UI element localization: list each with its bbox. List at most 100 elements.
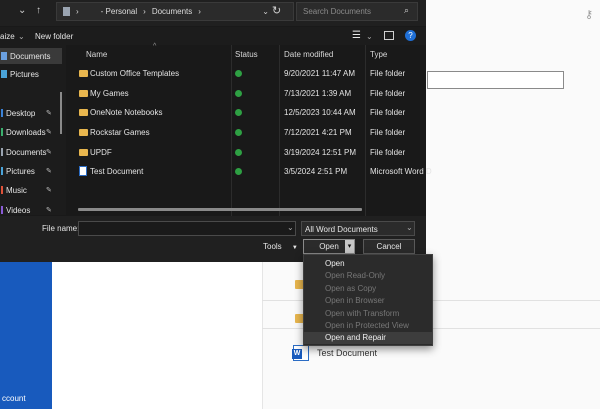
sidebar-item-pictures[interactable]: Pictures <box>0 66 62 82</box>
address-segment[interactable]: Documents <box>152 7 192 16</box>
column-header-date[interactable]: Date modified <box>284 50 333 59</box>
organize-button[interactable]: aize <box>0 32 15 41</box>
folder-icon <box>79 129 88 136</box>
chevron-down-icon[interactable]: ⌄ <box>406 223 413 232</box>
chevron-down-icon[interactable]: ⌄ <box>366 32 373 41</box>
sidebar-item-documents[interactable]: Documents <box>0 48 62 64</box>
word-doc-icon <box>79 166 87 176</box>
recent-locations-icon[interactable]: ⌄ <box>18 5 26 16</box>
recent-document-item[interactable]: Test Document <box>292 345 378 361</box>
file-date: 3/19/2024 12:51 PM <box>284 148 357 157</box>
menu-item-open-read-only[interactable]: Open Read-Only <box>304 270 432 282</box>
recent-document-name: Test Document <box>317 348 378 358</box>
folder-icon <box>63 7 70 16</box>
file-type: File folder <box>370 128 406 137</box>
chevron-down-icon: ⌄ <box>18 32 25 41</box>
menu-item-open-with-transform[interactable]: Open with Transform <box>304 308 432 320</box>
documents-icon <box>1 52 7 60</box>
file-row[interactable]: OneNote Notebooks 12/5/2023 10:44 AM Fil… <box>78 104 426 123</box>
account-link[interactable]: ccount <box>2 394 26 403</box>
new-folder-button[interactable]: New folder <box>35 32 73 41</box>
column-header-type[interactable]: Type <box>370 50 387 59</box>
pin-icon[interactable]: ✎ <box>46 186 52 194</box>
file-type: File folder <box>370 148 406 157</box>
sync-status-icon <box>235 168 242 175</box>
address-bar[interactable]: › - Personal › Documents › ⌄ <box>56 2 294 21</box>
folder-icon <box>79 90 88 97</box>
music-icon <box>1 186 3 194</box>
file-row[interactable]: UPDF 3/19/2024 12:51 PM File folder <box>78 144 426 163</box>
pin-icon[interactable]: ✎ <box>46 148 52 156</box>
menu-item-open-and-repair[interactable]: Open and Repair <box>304 332 432 344</box>
file-row[interactable]: Test Document 3/5/2024 2:51 PM Microsoft… <box>78 163 432 182</box>
up-arrow-icon[interactable]: ↑ <box>36 5 41 16</box>
tools-label: Tools <box>263 242 282 251</box>
search-icon[interactable]: ⌕ <box>404 5 409 16</box>
file-type: File folder <box>370 89 406 98</box>
open-options-menu: Open Open Read-Only Open as Copy Open in… <box>303 254 433 346</box>
menu-item-open-in-protected-view[interactable]: Open in Protected View <box>304 320 432 332</box>
chevron-down-icon[interactable]: ⌄ <box>287 223 294 232</box>
sync-status-icon <box>235 70 242 77</box>
file-date: 3/5/2024 2:51 PM <box>284 167 348 176</box>
sidebar-item-music[interactable]: Music <box>0 182 62 198</box>
tools-button[interactable]: Tools ▼ <box>263 242 298 251</box>
search-input[interactable]: Search Documents <box>296 2 418 21</box>
horizontal-scrollbar[interactable] <box>78 208 362 211</box>
backstage-search-input[interactable] <box>427 71 564 89</box>
file-name: Custom Office Templates <box>90 69 180 78</box>
help-icon[interactable]: ? <box>405 30 416 41</box>
file-name-input[interactable] <box>78 221 296 236</box>
pin-icon[interactable]: ✎ <box>46 128 52 136</box>
file-type: File folder <box>370 69 406 78</box>
word-doc-icon <box>292 345 309 361</box>
documents-icon <box>1 148 3 156</box>
file-name: My Games <box>90 89 129 98</box>
sync-status-icon <box>235 90 242 97</box>
address-segment[interactable]: › <box>198 7 201 16</box>
cancel-button[interactable]: Cancel <box>363 239 415 254</box>
sidebar-item-documents-quick[interactable]: Documents <box>0 144 62 160</box>
address-segment[interactable]: › <box>76 7 79 16</box>
pin-icon[interactable]: ✎ <box>46 206 52 214</box>
file-name: Test Document <box>90 167 144 176</box>
caret-down-icon: ▼ <box>291 245 298 251</box>
sidebar-item-label: Documents <box>6 147 47 157</box>
address-segment[interactable]: - Personal <box>101 7 137 16</box>
file-date: 7/12/2021 4:21 PM <box>284 128 352 137</box>
column-header-status[interactable]: Status <box>235 50 258 59</box>
file-row[interactable]: Rockstar Games 7/12/2021 4:21 PM File fo… <box>78 124 426 143</box>
file-name: UPDF <box>90 148 112 157</box>
menu-item-open-as-copy[interactable]: Open as Copy <box>304 283 432 295</box>
file-date: 7/13/2021 1:39 AM <box>284 89 352 98</box>
sidebar-item-label: Pictures <box>10 69 39 79</box>
sidebar-item-label: Desktop <box>6 108 36 118</box>
sidebar-item-downloads[interactable]: Downloads <box>0 124 62 140</box>
open-split-arrow-icon[interactable]: ▾ <box>345 240 354 253</box>
view-options-icon[interactable]: ☰ <box>352 30 361 41</box>
chevron-down-icon[interactable]: ⌄ <box>262 7 269 16</box>
pin-icon[interactable]: ✎ <box>46 109 52 117</box>
file-date: 12/5/2023 10:44 AM <box>284 108 356 117</box>
sync-status-icon <box>235 149 242 156</box>
preview-pane-icon[interactable] <box>384 31 394 40</box>
file-type: File folder <box>370 108 406 117</box>
file-row[interactable]: Custom Office Templates 9/20/2021 11:47 … <box>78 65 426 84</box>
pin-icon[interactable]: ✎ <box>46 167 52 175</box>
menu-item-open-in-browser[interactable]: Open in Browser <box>304 295 432 307</box>
column-header-name[interactable]: Name <box>86 50 107 59</box>
pictures-icon <box>1 167 3 175</box>
sidebar-item-pictures-quick[interactable]: Pictures <box>0 163 62 179</box>
folder-icon <box>79 109 88 116</box>
refresh-icon[interactable]: ↻ <box>272 4 281 17</box>
pictures-icon <box>1 70 7 78</box>
file-type-select[interactable]: All Word Documents <box>301 221 415 236</box>
address-segment[interactable]: › <box>143 7 146 16</box>
file-name-label: File name: <box>42 224 80 233</box>
sidebar-item-desktop[interactable]: Desktop <box>0 105 62 121</box>
file-name: OneNote Notebooks <box>90 108 163 117</box>
videos-icon <box>1 206 3 214</box>
menu-item-open[interactable]: Open <box>304 258 432 270</box>
sidebar-item-label: Music <box>6 185 27 195</box>
file-row[interactable]: My Games 7/13/2021 1:39 AM File folder <box>78 85 426 104</box>
